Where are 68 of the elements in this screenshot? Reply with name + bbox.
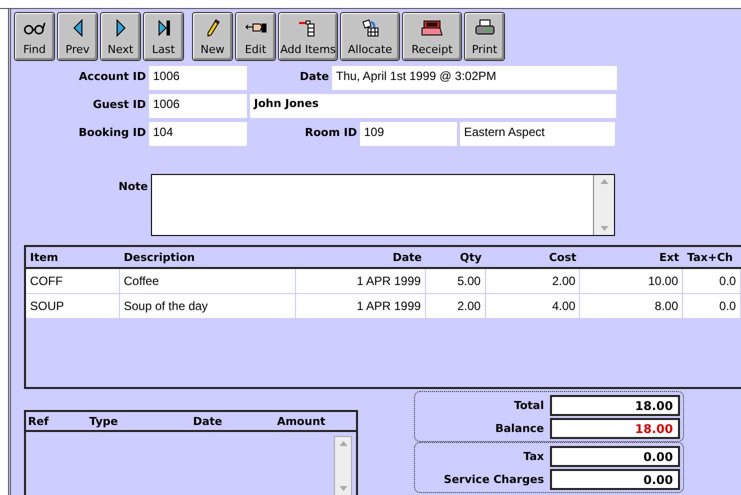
column-header: Cost: [548, 250, 578, 264]
input-field[interactable]: 1006: [149, 94, 247, 118]
field-label: Note: [118, 179, 149, 195]
note-field[interactable]: [151, 174, 615, 236]
table-cell: 2.00: [426, 294, 486, 318]
field-label: Balance: [495, 422, 545, 435]
left-triangle-icon: [72, 19, 82, 37]
field-label: Service Charges: [444, 473, 545, 486]
toolbar-button[interactable]: Print: [464, 12, 505, 61]
toolbar-button[interactable]: Last: [143, 12, 184, 61]
field-label: Tax: [523, 450, 545, 463]
toolbar-button[interactable]: Add Items: [278, 12, 338, 61]
table-cell: 5.00: [426, 269, 486, 293]
column-header: Amount: [276, 414, 326, 428]
table-cell: Coffee: [120, 269, 296, 293]
table-cell: 0.0: [683, 269, 741, 293]
table-cell: SOUP: [26, 294, 120, 318]
input-field[interactable]: John Jones: [250, 94, 616, 118]
column-header: Type: [89, 414, 119, 428]
field-label: Total: [514, 399, 545, 412]
input-field[interactable]: 109: [360, 122, 457, 146]
right-triangle-icon: [116, 19, 126, 37]
up-arrow-icon: [338, 440, 348, 448]
amount-field[interactable]: 18.00: [550, 418, 680, 439]
field-label: Guest ID: [92, 97, 147, 111]
table-cell: COFF: [26, 269, 120, 293]
column-header: Tax+Ch: [686, 250, 734, 264]
column-header: Ext: [658, 250, 680, 264]
field-label: Booking ID: [78, 125, 147, 139]
column-header: Item: [29, 250, 60, 264]
input-field[interactable]: Thu, April 1st 1999 @ 3:02PM: [332, 66, 617, 90]
cash-register-icon: [420, 19, 444, 37]
toolbar-button[interactable]: Allocate: [340, 12, 400, 61]
scrollbar[interactable]: [334, 436, 352, 495]
input-field[interactable]: 1006: [149, 66, 247, 90]
column-header: Ref: [27, 414, 50, 428]
table-cell: 2.00: [486, 269, 580, 293]
toolbar-button[interactable]: Receipt: [402, 12, 462, 61]
toolbar-button[interactable]: Edit: [235, 12, 276, 61]
scrollbar[interactable]: [593, 175, 614, 235]
column-header: Qty: [458, 250, 483, 264]
table-cell: 1 APR 1999: [296, 269, 426, 293]
column-header: Date: [392, 250, 423, 264]
table-cell: 8.00: [580, 294, 684, 318]
up-arrow-icon: [598, 178, 610, 186]
table-cell: 0.0: [683, 294, 741, 318]
input-field[interactable]: 104: [149, 122, 247, 146]
input-field[interactable]: Eastern Aspect: [460, 122, 615, 146]
printer-icon: [472, 19, 496, 37]
toolbar-button[interactable]: Prev: [57, 12, 98, 61]
skip-end-icon: [158, 19, 170, 37]
down-arrow-icon: [598, 224, 610, 232]
down-arrow-icon: [338, 484, 348, 492]
field-label: Date: [298, 69, 330, 83]
amount-field[interactable]: 0.00: [550, 469, 680, 490]
column-header: Description: [122, 250, 196, 264]
table-cell: Soup of the day: [120, 294, 296, 318]
toolbar-button[interactable]: Next: [100, 12, 141, 61]
field-label: Room ID: [304, 125, 358, 139]
toolbar-button[interactable]: Find: [14, 12, 55, 61]
field-label: Account ID: [78, 69, 147, 83]
toolbar-button[interactable]: New: [192, 12, 233, 61]
table-cell: 4.00: [486, 294, 580, 318]
amount-field[interactable]: 18.00: [550, 395, 680, 416]
table-cell: 10.00: [580, 269, 684, 293]
column-header: Date: [192, 414, 224, 428]
table-cell: 1 APR 1999: [296, 294, 426, 318]
amount-field[interactable]: 0.00: [550, 446, 680, 467]
